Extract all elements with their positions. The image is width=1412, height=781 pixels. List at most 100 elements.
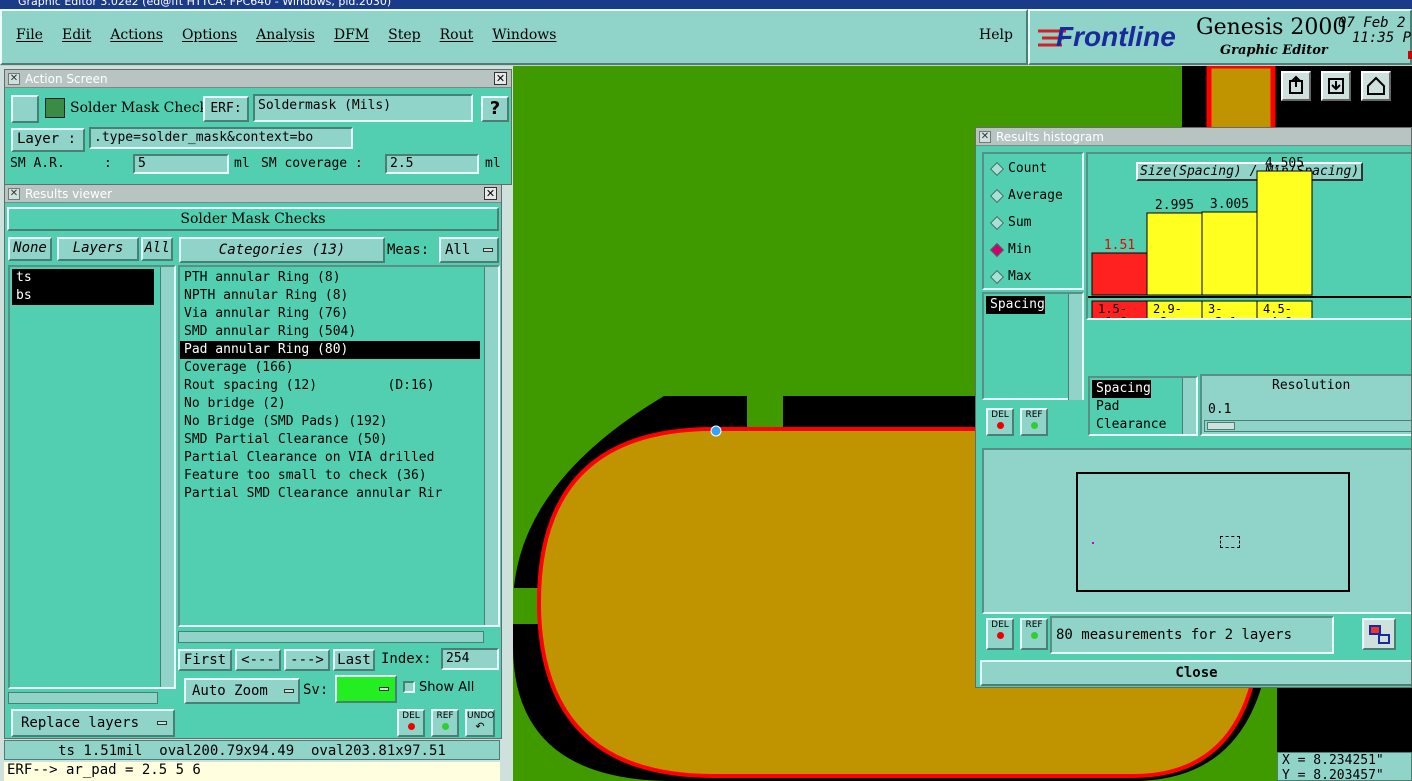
- help-button[interactable]: ?: [481, 96, 509, 122]
- close-icon[interactable]: ✕: [484, 187, 497, 200]
- toolbar-home-icon[interactable]: [1361, 71, 1391, 101]
- bar-category-label: 4.5-: [1263, 302, 1292, 316]
- category-item[interactable]: Feature too small to check (36): [180, 467, 480, 485]
- zoom-value: Auto Zoom: [192, 683, 268, 699]
- none-button[interactable]: None: [8, 237, 52, 261]
- sm-coverage-field[interactable]: 2.5: [385, 154, 479, 174]
- menu-rout[interactable]: Rout: [440, 27, 474, 43]
- category-item[interactable]: No bridge (2): [180, 395, 480, 413]
- mode-average-radio[interactable]: Average: [984, 182, 1082, 209]
- hist-del-button[interactable]: DEL: [986, 408, 1014, 436]
- show-all-checkbox[interactable]: [403, 681, 415, 693]
- menu-edit[interactable]: Edit: [62, 27, 91, 43]
- layer-hscroll[interactable]: [8, 692, 158, 704]
- category-item[interactable]: PTH annular Ring (8): [180, 269, 480, 287]
- menu-options[interactable]: Options: [182, 27, 237, 43]
- close-button[interactable]: Close: [980, 660, 1411, 686]
- first-button[interactable]: First: [178, 649, 232, 671]
- category-item[interactable]: NPTH annular Ring (8): [180, 287, 480, 305]
- undo-button[interactable]: UNDO ↶: [465, 709, 495, 737]
- category-item[interactable]: Coverage (166): [180, 359, 480, 377]
- mode-min-radio[interactable]: Min: [984, 236, 1082, 263]
- category-item[interactable]: Partial Clearance on VIA drilled: [180, 449, 480, 467]
- category-item[interactable]: Partial SMD Clearance annular Rir: [180, 485, 480, 503]
- category-item[interactable]: SMD Partial Clearance (50): [180, 431, 480, 449]
- prev-button[interactable]: <---: [235, 649, 281, 671]
- del-button[interactable]: DEL: [397, 709, 425, 737]
- layers-button[interactable]: Layers: [57, 237, 139, 261]
- menu-windows[interactable]: Windows: [492, 27, 556, 43]
- menu-actions[interactable]: Actions: [110, 27, 163, 43]
- sv-label: Sv:: [303, 682, 329, 698]
- check-icon: [45, 98, 65, 118]
- histogram-bar[interactable]: [1091, 252, 1148, 296]
- resolution-panel: Resolution 0.1: [1200, 374, 1411, 436]
- categories-button[interactable]: Categories (13): [179, 237, 385, 263]
- action-list-icon[interactable]: [11, 95, 39, 123]
- layer-scrollbar[interactable]: [160, 267, 174, 687]
- spacing-list[interactable]: Spacing: [982, 292, 1084, 400]
- spacing-scrollbar[interactable]: [1068, 294, 1082, 400]
- measure-scrollbar[interactable]: [1182, 378, 1196, 434]
- layer-item[interactable]: bs: [12, 287, 154, 305]
- menu-analysis[interactable]: Analysis: [256, 27, 315, 43]
- time: 11:35 P: [1352, 30, 1412, 46]
- category-item[interactable]: No Bridge (SMD Pads) (192): [180, 413, 480, 431]
- zoom-select[interactable]: Auto Zoom: [184, 678, 300, 704]
- list-item[interactable]: Clearance: [1092, 416, 1166, 434]
- menu-step[interactable]: Step: [388, 27, 420, 43]
- mode-radio-group: Count Average Sum Min Max: [982, 152, 1084, 290]
- hist-del-button-2[interactable]: DEL: [986, 618, 1014, 650]
- menu-file[interactable]: File: [16, 27, 43, 43]
- sv-color-select[interactable]: [335, 675, 397, 703]
- hist-ref-button[interactable]: REF: [1020, 408, 1048, 436]
- category-item[interactable]: Via annular Ring (76): [180, 305, 480, 323]
- meas-label: Meas:: [387, 242, 430, 258]
- index-field[interactable]: 254: [441, 648, 499, 670]
- list-item[interactable]: Pad: [1092, 398, 1119, 416]
- last-button[interactable]: Last: [333, 649, 375, 671]
- replace-layers-value: Replace layers: [21, 715, 140, 731]
- toolbar-save-icon[interactable]: [1281, 71, 1311, 101]
- measure-list[interactable]: Spacing Pad Clearance: [1088, 376, 1198, 436]
- category-scrollbar[interactable]: [484, 267, 498, 625]
- bar-value-label: 2.995: [1155, 198, 1194, 213]
- histogram-bar[interactable]: [1256, 170, 1313, 296]
- list-item[interactable]: Spacing: [986, 296, 1045, 314]
- layer-button[interactable]: Layer :: [11, 128, 85, 152]
- meas-select[interactable]: All: [439, 237, 499, 263]
- zoom-fit-icon[interactable]: [1362, 618, 1396, 650]
- histogram-preview: [982, 448, 1411, 614]
- mode-max-radio[interactable]: Max: [984, 263, 1082, 290]
- category-item[interactable]: Pad annular Ring (80): [180, 341, 480, 359]
- ref-button[interactable]: REF: [431, 709, 459, 737]
- category-hscroll[interactable]: [178, 631, 484, 643]
- layer-item[interactable]: ts: [12, 269, 154, 287]
- mode-count-radio[interactable]: Count: [984, 155, 1082, 182]
- category-item[interactable]: SMD annular Ring (504): [180, 323, 480, 341]
- action-screen: ✕ Action Screen ✕ Solder Mask Checks ERF: …: [4, 69, 512, 185]
- sm-ar-field[interactable]: 5: [133, 154, 229, 174]
- category-list[interactable]: PTH annular Ring (8) NPTH annular Ring (8…: [178, 265, 500, 627]
- product-sub: Graphic Editor: [1220, 43, 1328, 58]
- layer-field[interactable]: .type=solder_mask&context=bo: [89, 127, 353, 149]
- sm-coverage-unit: ml: [485, 156, 501, 171]
- list-item[interactable]: Spacing: [1092, 380, 1151, 398]
- resolution-slider[interactable]: [1204, 420, 1411, 432]
- hist-ref-button-2[interactable]: REF: [1020, 618, 1048, 650]
- category-item[interactable]: Rout spacing (12) (D:16): [180, 377, 480, 395]
- toolbar-load-icon[interactable]: [1321, 71, 1351, 101]
- layer-list[interactable]: ts bs: [8, 265, 176, 689]
- all-button[interactable]: All: [141, 237, 173, 261]
- erf-field[interactable]: Soldermask (Mils): [253, 94, 473, 122]
- replace-layers-select[interactable]: Replace layers: [11, 709, 175, 737]
- index-label: Index:: [381, 651, 432, 667]
- histogram-bar[interactable]: [1201, 211, 1258, 296]
- next-button[interactable]: --->: [284, 649, 330, 671]
- help-menu[interactable]: Help: [979, 27, 1013, 43]
- histogram-bar[interactable]: [1146, 212, 1203, 296]
- menu-dfm[interactable]: DFM: [334, 27, 369, 43]
- mode-sum-radio[interactable]: Sum: [984, 209, 1082, 236]
- close-icon[interactable]: ✕: [494, 72, 507, 85]
- erf-button[interactable]: ERF:: [203, 96, 249, 122]
